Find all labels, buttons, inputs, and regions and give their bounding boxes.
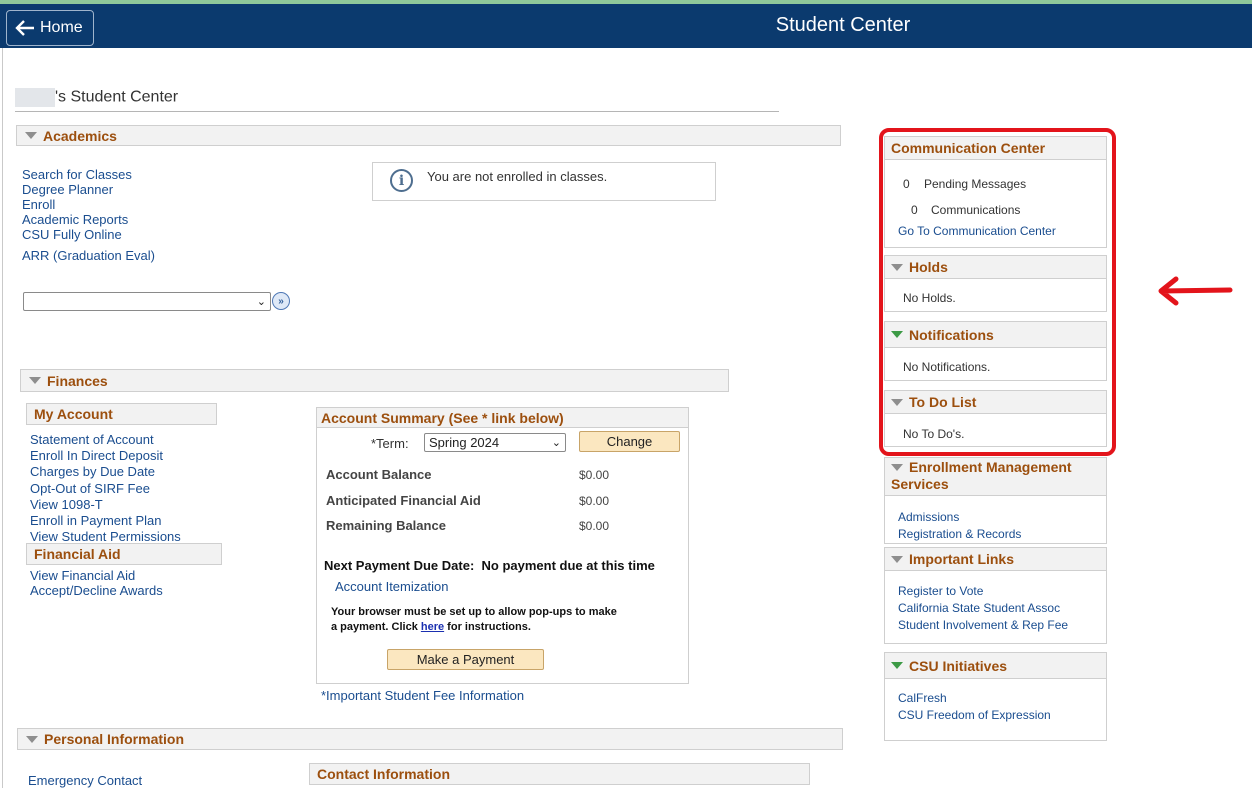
calfresh-link[interactable]: CalFresh (898, 690, 1051, 707)
finances-section-header[interactable]: Finances (20, 369, 729, 392)
account-itemization-link[interactable]: Account Itemization (335, 579, 448, 594)
freedom-expression-link[interactable]: CSU Freedom of Expression (898, 707, 1051, 724)
popup-note: Your browser must be set up to allow pop… (331, 606, 617, 633)
financial-aid-links: View Financial Aid Accept/Decline Awards (30, 568, 163, 598)
anticipated-aid-label: Anticipated Financial Aid (326, 493, 481, 508)
sirf-link[interactable]: Opt-Out of SIRF Fee (30, 480, 181, 497)
student-center-title: 's Student Center (15, 88, 779, 112)
direct-deposit-link[interactable]: Enroll In Direct Deposit (30, 448, 181, 464)
make-payment-button[interactable]: Make a Payment (387, 649, 544, 670)
csu-initiatives-pane: CSU Initiatives CalFresh CSU Freedom of … (884, 652, 1107, 741)
registration-records-link[interactable]: Registration & Records (898, 526, 1021, 543)
term-label: *Term: (371, 436, 409, 451)
account-balance-value: $0.00 (579, 468, 610, 482)
next-payment-row: Next Payment Due Date: No payment due at… (324, 558, 655, 573)
here-link[interactable]: here (421, 621, 444, 633)
personal-info-section-header[interactable]: Personal Information (17, 728, 843, 750)
enroll-link[interactable]: Enroll (22, 197, 155, 212)
rep-fee-link[interactable]: Student Involvement & Rep Fee (898, 617, 1068, 634)
anticipated-aid-value: $0.00 (579, 494, 610, 508)
csu-fully-online-link[interactable]: CSU Fully Online (22, 227, 155, 242)
view-financial-aid-link[interactable]: View Financial Aid (30, 568, 163, 583)
csu-initiatives-header: CSU Initiatives (909, 657, 1008, 674)
register-vote-link[interactable]: Register to Vote (898, 583, 1068, 600)
degree-planner-link[interactable]: Degree Planner (22, 182, 155, 197)
account-summary-header: Account Summary (See * link below) (317, 408, 688, 428)
academics-links: Search for Classes Degree Planner Enroll… (22, 167, 155, 263)
remaining-balance-label: Remaining Balance (326, 518, 446, 533)
enrollment-services-pane: Enrollment Management Services Admission… (884, 457, 1107, 544)
payment-plan-link[interactable]: Enroll in Payment Plan (30, 513, 181, 529)
important-links-pane: Important Links Register to Vote Califor… (884, 547, 1107, 644)
next-due-label: Next Payment Due Date: (324, 558, 475, 573)
chevron-down-icon: ⌄ (551, 437, 561, 449)
my-account-header: My Account (26, 403, 217, 425)
my-account-links: Statement of Account Enroll In Direct De… (30, 432, 181, 544)
page-title: Student Center (775, 14, 911, 36)
statement-link[interactable]: Statement of Account (30, 432, 181, 448)
collapse-triangle-icon[interactable] (26, 735, 38, 743)
term-select[interactable]: Spring 2024 ⌄ (424, 433, 566, 452)
enrollment-notice: i You are not enrolled in classes. (372, 162, 716, 201)
redacted-name (15, 88, 55, 107)
admissions-link[interactable]: Admissions (898, 509, 1021, 526)
academics-section-header[interactable]: Academics (16, 125, 841, 146)
academic-reports-link[interactable]: Academic Reports (22, 212, 155, 227)
account-summary-box: Account Summary (See * link below) *Term… (316, 407, 689, 684)
main-content: 's Student Center Academics Search for C… (2, 48, 1250, 788)
academics-dropdown[interactable]: ⌄ (23, 292, 271, 311)
arr-link[interactable]: ARR (Graduation Eval) (22, 248, 155, 263)
account-balance-label: Account Balance (326, 467, 432, 482)
chevron-down-icon: ⌄ (256, 296, 266, 308)
charges-link[interactable]: Charges by Due Date (30, 464, 181, 480)
permissions-link[interactable]: View Student Permissions (30, 529, 181, 544)
important-links-header: Important Links (909, 551, 1015, 567)
enrollment-services-header: Enrollment Management Services (891, 459, 1072, 492)
enrollment-notice-text: You are not enrolled in classes. (427, 169, 608, 184)
collapse-triangle-icon[interactable] (891, 555, 903, 563)
top-bar: Home Student Center (0, 0, 1252, 48)
next-due-value: No payment due at this time (481, 558, 655, 573)
contact-info-header: Contact Information (309, 763, 810, 785)
search-classes-link[interactable]: Search for Classes (22, 167, 155, 182)
collapse-triangle-icon[interactable] (25, 132, 37, 139)
collapse-triangle-icon[interactable] (29, 377, 41, 384)
go-arrow-icon[interactable]: » (272, 292, 290, 310)
1098t-link[interactable]: View 1098-T (30, 497, 181, 513)
financial-aid-header: Financial Aid (26, 543, 222, 565)
emergency-contact-link[interactable]: Emergency Contact (28, 773, 142, 788)
accept-awards-link[interactable]: Accept/Decline Awards (30, 583, 163, 598)
student-assoc-link[interactable]: California State Student Assoc (898, 600, 1068, 617)
highlight-box (879, 128, 1116, 456)
fee-info-link[interactable]: *Important Student Fee Information (321, 688, 524, 703)
info-icon: i (390, 169, 413, 192)
collapse-triangle-icon[interactable] (891, 662, 903, 669)
collapse-triangle-icon[interactable] (891, 464, 903, 471)
red-arrow-icon (1158, 276, 1233, 306)
remaining-balance-value: $0.00 (579, 519, 610, 533)
change-term-button[interactable]: Change (579, 431, 680, 452)
